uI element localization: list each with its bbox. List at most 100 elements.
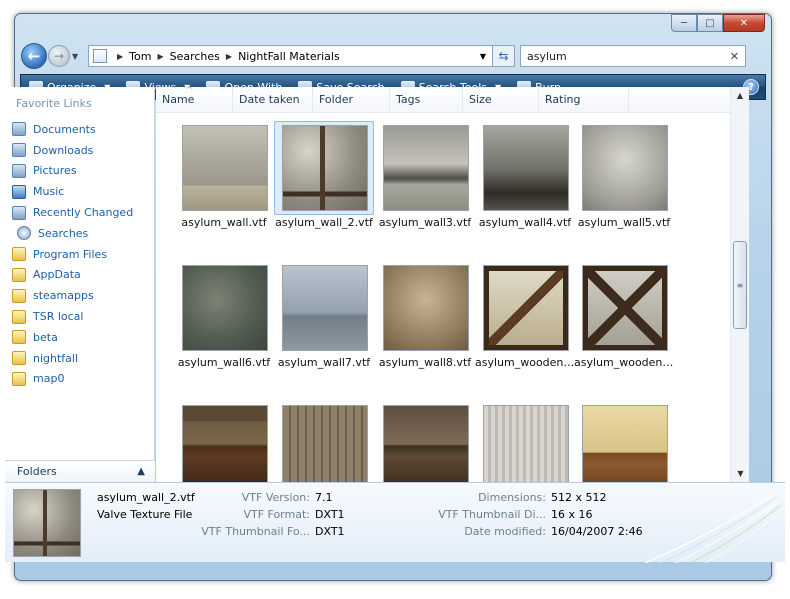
folder-icon <box>12 330 26 345</box>
thumbnail-frame <box>274 261 374 355</box>
texture-thumbnail <box>483 265 569 351</box>
vertical-scrollbar[interactable]: ▲ ≡ ▼ <box>730 87 749 482</box>
column-folder[interactable]: Folder <box>313 87 390 112</box>
thumbnail-frame <box>174 261 274 355</box>
sidebar-item-program-files[interactable]: Program Files <box>5 244 154 265</box>
texture-thumbnail <box>383 125 469 211</box>
sidebar-item-tsr-local[interactable]: TSR local <box>5 306 154 327</box>
thumbnail-frame <box>375 401 475 482</box>
search-input[interactable]: asylum ✕ <box>520 45 746 67</box>
address-dropdown-icon[interactable]: ▼ <box>480 52 486 61</box>
file-tile[interactable]: asylum_wall8.vtf <box>375 261 475 369</box>
texture-thumbnail <box>182 265 268 351</box>
breadcrumb-tom[interactable]: Tom <box>129 50 151 63</box>
file-tile[interactable] <box>174 401 274 482</box>
sidebar-item-downloads[interactable]: Downloads <box>5 140 154 161</box>
sidebar-item-searches[interactable]: Searches <box>5 223 154 244</box>
property-value: 512 x 512 <box>551 491 607 504</box>
sidebar-item-pictures[interactable]: Pictures <box>5 161 154 182</box>
navigation-pane: Favorite Links Documents Downloads Picture… <box>5 87 155 482</box>
file-tile[interactable]: asylum_wall3.vtf <box>375 121 475 229</box>
sidebar-item-documents[interactable]: Documents <box>5 119 154 140</box>
file-name: asylum_wall8.vtf <box>378 356 472 369</box>
file-grid: asylum_wall.vtf asylum_wall_2.vtf asylum_w… <box>156 113 730 482</box>
sidebar-item-steamapps[interactable]: steamapps <box>5 285 154 306</box>
refresh-icon[interactable]: ⇆ <box>493 45 515 67</box>
address-bar[interactable]: ▶ Tom ▶ Searches ▶ NightFall Materials ▼ <box>88 45 493 67</box>
file-name: asylum_wall.vtf <box>181 216 267 229</box>
sidebar-item-beta[interactable]: beta <box>5 327 154 348</box>
breadcrumb-nightfall-materials[interactable]: NightFall Materials <box>238 50 340 63</box>
scroll-up-icon[interactable]: ▲ <box>731 87 749 104</box>
file-tile[interactable] <box>574 401 674 482</box>
column-rating[interactable]: Rating <box>539 87 629 112</box>
file-tile[interactable] <box>274 401 374 482</box>
forward-button[interactable]: → <box>48 45 70 67</box>
file-name: asylum_woodent... <box>574 356 674 369</box>
file-name: asylum_wall5.vtf <box>577 216 671 229</box>
minimize-button[interactable]: ─ <box>671 14 697 32</box>
sidebar-item-music[interactable]: Music <box>5 181 154 202</box>
back-button[interactable]: ← <box>21 43 47 69</box>
sidebar-item-label: Recently Changed <box>33 206 134 220</box>
history-dropdown-icon[interactable]: ▼ <box>72 52 82 61</box>
chevron-right-icon[interactable]: ▶ <box>157 52 163 61</box>
file-tile[interactable]: asylum_wall5.vtf <box>574 121 674 229</box>
file-name: asylum_wall4.vtf <box>478 216 572 229</box>
thumbnail-frame <box>475 401 575 482</box>
file-tile[interactable]: asylum_woodent... <box>475 261 575 369</box>
search-input-value[interactable]: asylum <box>527 50 567 63</box>
file-tile[interactable]: asylum_wall_2.vtf <box>274 121 374 229</box>
thumbnail-frame <box>375 121 475 215</box>
sidebar-item-label: beta <box>33 330 58 344</box>
column-size[interactable]: Size <box>463 87 539 112</box>
texture-thumbnail <box>483 125 569 211</box>
close-button[interactable]: ✕ <box>723 14 765 32</box>
file-tile[interactable]: asylum_wall6.vtf <box>174 261 274 369</box>
sidebar-item-label: Music <box>33 185 65 199</box>
property-label: VTF Thumbnail Di... <box>438 508 546 521</box>
file-name: asylum_woodent... <box>475 356 575 369</box>
sidebar-item-label: Pictures <box>33 164 77 178</box>
details-file-type: Valve Texture File <box>97 508 193 521</box>
scroll-thumb[interactable]: ≡ <box>733 241 747 329</box>
file-name: asylum_wall3.vtf <box>378 216 472 229</box>
doc-icon <box>12 122 26 137</box>
folders-toggle[interactable]: Folders ▲ <box>5 460 155 482</box>
details-thumbnail <box>13 489 81 557</box>
sidebar-item-recently-changed[interactable]: Recently Changed <box>5 202 154 223</box>
window-controls: ─ □ ✕ <box>671 14 765 32</box>
sidebar-item-map0[interactable]: map0 <box>5 369 154 390</box>
property-label: VTF Format: <box>243 508 310 521</box>
texture-thumbnail <box>182 125 268 211</box>
file-tile[interactable] <box>375 401 475 482</box>
file-tile[interactable]: asylum_woodent... <box>574 261 674 369</box>
file-tile[interactable]: asylum_wall.vtf <box>174 121 274 229</box>
thumbnail-frame <box>174 121 274 215</box>
maximize-button[interactable]: □ <box>697 14 723 32</box>
property-label: Date modified: <box>464 525 546 538</box>
column-date-taken[interactable]: Date taken <box>233 87 313 112</box>
folder-icon <box>12 309 26 324</box>
file-tile[interactable] <box>475 401 575 482</box>
chevron-right-icon[interactable]: ▶ <box>117 52 123 61</box>
scroll-down-icon[interactable]: ▼ <box>731 465 750 482</box>
search-folder-icon <box>93 49 107 63</box>
sidebar-item-label: TSR local <box>33 310 84 324</box>
chevron-right-icon[interactable]: ▶ <box>226 52 232 61</box>
sidebar-item-nightfall[interactable]: nightfall <box>5 348 154 369</box>
breadcrumb-searches[interactable]: Searches <box>170 50 220 63</box>
doc-icon <box>12 163 26 178</box>
clear-search-icon[interactable]: ✕ <box>730 50 739 63</box>
sidebar-item-appdata[interactable]: AppData <box>5 265 154 286</box>
file-tile[interactable]: asylum_wall7.vtf <box>274 261 374 369</box>
column-tags[interactable]: Tags <box>390 87 463 112</box>
property-value: 16 x 16 <box>551 508 593 521</box>
column-name[interactable]: Name <box>156 85 233 112</box>
texture-thumbnail <box>582 405 668 482</box>
chevron-up-icon[interactable]: ▲ <box>137 466 145 477</box>
file-tile[interactable]: asylum_wall4.vtf <box>475 121 575 229</box>
sidebar-item-label: Searches <box>38 226 89 240</box>
folder-icon <box>12 288 26 303</box>
column-headers: NameDate takenFolderTagsSizeRating <box>156 85 749 113</box>
